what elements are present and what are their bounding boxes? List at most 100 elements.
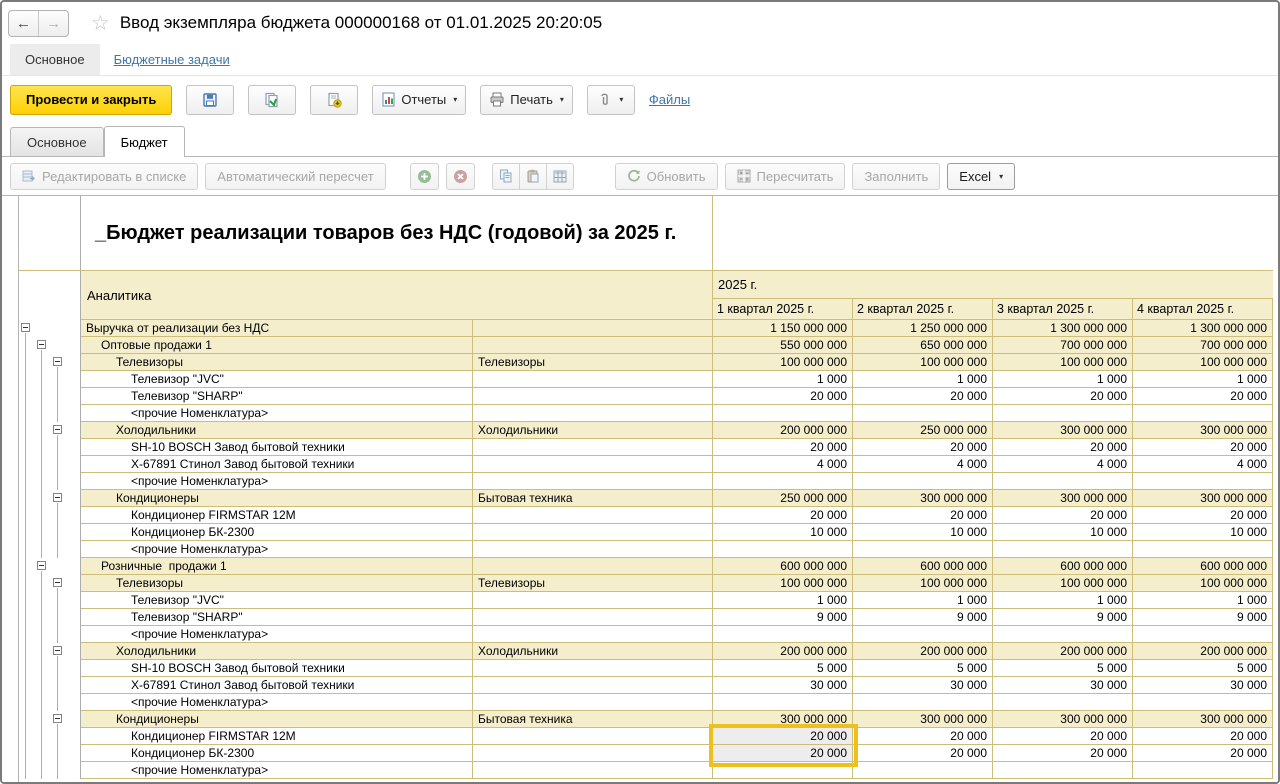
analytics-cell[interactable]: <прочие Номенклатура> (81, 762, 473, 779)
value-cell[interactable]: 20 000 (853, 745, 993, 762)
analytics2-cell[interactable]: Холодильники (473, 422, 713, 439)
files-link[interactable]: Файлы (649, 92, 690, 107)
value-cell[interactable]: 20 000 (713, 439, 853, 456)
value-cell[interactable]: 100 000 000 (1133, 354, 1273, 371)
value-cell[interactable]: 700 000 000 (1133, 337, 1273, 354)
analytics-cell[interactable]: Холодильники (81, 422, 473, 439)
favorite-star-icon[interactable]: ☆ (91, 13, 110, 34)
analytics2-cell[interactable]: Холодильники (473, 643, 713, 660)
collapse-button[interactable] (37, 561, 46, 570)
value-cell[interactable]: 200 000 000 (1133, 643, 1273, 660)
analytics2-cell[interactable] (473, 762, 713, 779)
value-cell[interactable]: 300 000 000 (713, 711, 853, 728)
analytics-cell[interactable]: <прочие Номенклатура> (81, 626, 473, 643)
post-and-close-button[interactable]: Провести и закрыть (10, 84, 173, 115)
analytics-cell[interactable]: Телевизоры (81, 575, 473, 592)
collapse-button[interactable] (21, 323, 30, 332)
value-cell[interactable]: 20 000 (853, 507, 993, 524)
edit-in-list-button[interactable]: Редактировать в списке (10, 162, 199, 190)
value-cell[interactable] (993, 626, 1133, 643)
analytics2-cell[interactable] (473, 473, 713, 490)
nav-link-budget-tasks[interactable]: Бюджетные задачи (114, 44, 230, 75)
copy-button[interactable] (491, 162, 520, 190)
post-document-button[interactable] (248, 84, 297, 115)
analytics-cell[interactable]: Розничные продажи 1 (81, 558, 473, 575)
value-cell[interactable]: 4 000 (1133, 456, 1273, 473)
value-cell[interactable]: 200 000 000 (853, 643, 993, 660)
analytics-cell[interactable]: SH-10 BOSCH Завод бытовой техники (81, 439, 473, 456)
analytics-cell[interactable]: X-67891 Стинол Завод бытовой техники (81, 677, 473, 694)
value-cell[interactable]: 9 000 (713, 609, 853, 626)
analytics-cell[interactable]: Кондиционер FIRMSTAR 12M (81, 728, 473, 745)
value-cell[interactable]: 20 000 (1133, 388, 1273, 405)
value-cell[interactable]: 9 000 (853, 609, 993, 626)
analytics2-cell[interactable] (473, 626, 713, 643)
analytics-cell[interactable]: Холодильники (81, 643, 473, 660)
value-cell[interactable]: 30 000 (993, 677, 1133, 694)
value-cell[interactable]: 650 000 000 (853, 337, 993, 354)
value-cell[interactable]: 600 000 000 (713, 558, 853, 575)
value-cell[interactable] (853, 541, 993, 558)
analytics2-cell[interactable] (473, 456, 713, 473)
value-cell[interactable] (853, 405, 993, 422)
value-cell[interactable]: 4 000 (993, 456, 1133, 473)
value-cell[interactable]: 5 000 (993, 660, 1133, 677)
recalculate-button[interactable]: Пересчитать (724, 162, 846, 190)
value-cell[interactable]: 100 000 000 (993, 575, 1133, 592)
value-cell[interactable]: 1 300 000 000 (1133, 320, 1273, 337)
fill-button[interactable]: Заполнить (852, 162, 941, 190)
value-cell[interactable]: 1 000 (993, 371, 1133, 388)
collapse-button[interactable] (37, 340, 46, 349)
value-cell[interactable]: 100 000 000 (713, 575, 853, 592)
value-cell[interactable]: 600 000 000 (1133, 558, 1273, 575)
value-cell[interactable] (713, 473, 853, 490)
value-cell[interactable] (1133, 473, 1273, 490)
value-cell[interactable]: 100 000 000 (1133, 575, 1273, 592)
analytics2-cell[interactable] (473, 405, 713, 422)
value-cell[interactable]: 4 000 (853, 456, 993, 473)
value-cell[interactable]: 20 000 (1133, 728, 1273, 745)
value-cell[interactable]: 300 000 000 (853, 490, 993, 507)
value-cell[interactable]: 200 000 000 (993, 643, 1133, 660)
collapse-button[interactable] (53, 714, 62, 723)
attachments-button[interactable]: ▾ (586, 84, 635, 115)
value-cell[interactable] (1133, 762, 1273, 779)
quarter-header-cell[interactable]: 4 квартал 2025 г. (1133, 299, 1273, 320)
value-cell[interactable]: 100 000 000 (993, 354, 1133, 371)
value-cell[interactable]: 9 000 (993, 609, 1133, 626)
analytics-cell[interactable]: SH-10 BOSCH Завод бытовой техники (81, 660, 473, 677)
value-cell[interactable]: 20 000 (713, 388, 853, 405)
value-cell[interactable]: 20 000 (1133, 439, 1273, 456)
collapse-button[interactable] (53, 578, 62, 587)
analytics-cell[interactable]: Выручка от реализации без НДС (81, 320, 473, 337)
analytics2-cell[interactable] (473, 320, 713, 337)
nav-tab-main[interactable]: Основное (10, 44, 100, 75)
collapse-button[interactable] (53, 425, 62, 434)
collapse-button[interactable] (53, 357, 62, 366)
value-cell[interactable]: 20 000 (713, 745, 853, 762)
value-cell[interactable] (1133, 626, 1273, 643)
refresh-button[interactable]: Обновить (614, 162, 718, 190)
value-cell[interactable]: 20 000 (713, 507, 853, 524)
reports-button[interactable]: Отчеты ▾ (372, 84, 467, 115)
value-cell[interactable]: 20 000 (993, 745, 1133, 762)
value-cell[interactable]: 1 000 (853, 592, 993, 609)
value-cell[interactable]: 550 000 000 (713, 337, 853, 354)
value-cell[interactable]: 300 000 000 (993, 422, 1133, 439)
value-cell[interactable]: 600 000 000 (993, 558, 1133, 575)
analytics-cell[interactable]: <прочие Номенклатура> (81, 694, 473, 711)
analytics-cell[interactable]: X-67891 Стинол Завод бытовой техники (81, 456, 473, 473)
year-header-cell[interactable]: 2025 г. (713, 271, 1273, 299)
value-cell[interactable] (713, 762, 853, 779)
analytics-cell[interactable]: Кондиционеры (81, 490, 473, 507)
value-cell[interactable]: 1 000 (993, 592, 1133, 609)
post-close-icon-button[interactable] (310, 84, 359, 115)
analytics-header-cell[interactable]: Аналитика (81, 271, 713, 320)
value-cell[interactable]: 20 000 (853, 388, 993, 405)
analytics-cell[interactable]: Кондиционер БК-2300 (81, 745, 473, 762)
value-cell[interactable] (853, 694, 993, 711)
value-cell[interactable]: 200 000 000 (713, 643, 853, 660)
quarter-header-cell[interactable]: 3 квартал 2025 г. (993, 299, 1133, 320)
analytics2-cell[interactable] (473, 337, 713, 354)
analytics-cell[interactable]: Телевизор "SHARP" (81, 609, 473, 626)
